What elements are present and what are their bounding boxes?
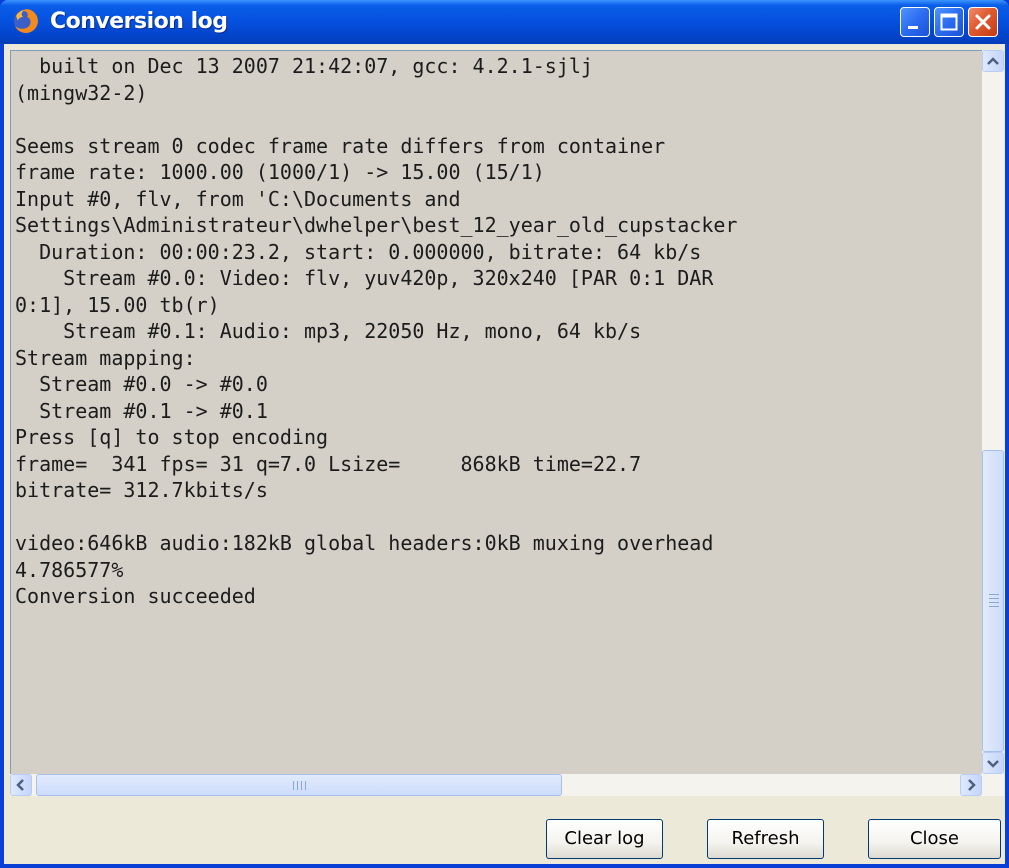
firefox-icon (12, 7, 40, 35)
title-bar[interactable]: Conversion log (0, 0, 1009, 44)
log-line: Stream #0.0: Video: flv, yuv420p, 320x24… (15, 266, 714, 290)
log-line: Seems stream 0 codec frame rate differs … (15, 133, 666, 158)
minimize-button[interactable] (900, 7, 930, 37)
clear-log-button[interactable]: Clear log (546, 819, 663, 859)
log-line: Settings\Administrateur\dwhelper\best_12… (15, 213, 738, 237)
vertical-scroll-thumb[interactable] (982, 450, 1004, 752)
close-icon (975, 14, 991, 30)
log-line: Stream #0.0 -> #0.0 (15, 372, 268, 396)
scroll-up-button[interactable] (982, 50, 1004, 72)
log-line: Input #0, flv, from 'C:\Documents and (15, 186, 461, 211)
window-body: built on Dec 13 2007 21:42:07, gcc: 4.2.… (4, 44, 1005, 864)
log-line: video:646kB audio:182kB global headers:0… (15, 531, 714, 555)
log-line: Conversion succeeded (15, 584, 256, 608)
log-line: frame= 341 fps= 31 q=7.0 Lsize= 868kB ti… (15, 451, 642, 476)
horizontal-scrollbar[interactable] (10, 774, 1004, 796)
vertical-scrollbar[interactable] (982, 50, 1004, 774)
minimize-icon (908, 26, 918, 29)
maximize-icon (940, 13, 958, 31)
log-line: Stream #0.1 -> #0.1 (15, 398, 268, 423)
log-text-area[interactable]: built on Dec 13 2007 21:42:07, gcc: 4.2.… (10, 50, 982, 774)
close-button[interactable]: Close (868, 819, 1001, 859)
horizontal-scroll-thumb[interactable] (36, 774, 562, 796)
log-line: Stream mapping: (15, 345, 196, 370)
log-line: Duration: 00:00:23.2, start: 0.000000, b… (15, 239, 702, 264)
log-line: (mingw32-2) (15, 80, 148, 105)
log-line: built on Dec 13 2007 21:42:07, gcc: 4.2.… (15, 54, 593, 78)
refresh-button[interactable]: Refresh (707, 819, 824, 859)
log-line: frame rate: 1000.00 (1000/1) -> 15.00 (1… (15, 160, 545, 184)
chevron-up-icon (987, 57, 999, 65)
chevron-left-icon (16, 779, 24, 791)
log-text: built on Dec 13 2007 21:42:07, gcc: 4.2.… (11, 51, 982, 610)
window-title: Conversion log (50, 9, 228, 34)
log-line: Stream #0.1: Audio: mp3, 22050 Hz, mono,… (15, 319, 642, 343)
log-line: Press [q] to stop encoding (15, 425, 329, 449)
chevron-right-icon (968, 779, 976, 791)
close-window-button[interactable] (968, 7, 998, 37)
log-line: bitrate= 312.7kbits/s (15, 478, 268, 502)
chevron-down-icon (987, 760, 999, 768)
scroll-right-button[interactable] (960, 774, 982, 796)
scroll-down-button[interactable] (982, 752, 1004, 774)
log-line: 0:1], 15.00 tb(r) (15, 292, 220, 317)
log-line: 4.786577% (15, 557, 124, 582)
scroll-left-button[interactable] (10, 774, 32, 796)
conversion-log-window: Conversion log built on Dec 13 2007 21:4… (0, 0, 1009, 868)
maximize-button[interactable] (934, 7, 964, 37)
